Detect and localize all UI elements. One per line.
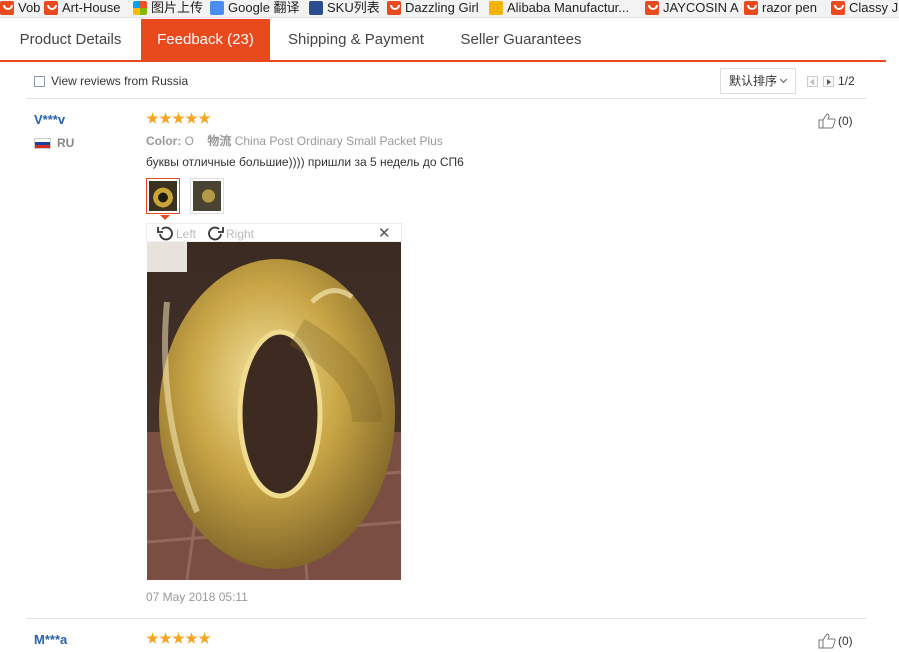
sku-icon [309, 0, 323, 15]
star-rating [146, 112, 211, 125]
star-icon [172, 632, 185, 644]
translate-icon [210, 0, 224, 15]
red-shield-icon [44, 0, 58, 15]
close-icon[interactable]: ✕ [378, 224, 391, 242]
page-indicator: 1/2 [838, 74, 855, 88]
bookmark-classy[interactable]: Classy J [831, 0, 898, 15]
star-icon [172, 112, 185, 124]
bookmark-google-translate[interactable]: Google 翻译 [210, 0, 300, 15]
red-shield-icon [831, 0, 845, 15]
red-shield-icon [645, 0, 659, 15]
helpful-button[interactable]: (0) [818, 113, 853, 129]
star-rating [146, 632, 211, 645]
bookmark-image-upload[interactable]: 图片上传 [133, 0, 203, 15]
bookmark-jaycosin[interactable]: JAYCOSIN A [645, 0, 739, 15]
rotate-left-label: Left [176, 226, 197, 241]
tab-product-details[interactable]: Product Details [0, 19, 141, 60]
review-photo-thumbnail[interactable] [190, 178, 224, 214]
color-value: O [184, 134, 195, 148]
red-shield-icon [0, 0, 14, 15]
star-icon [159, 112, 172, 124]
divider [26, 618, 866, 619]
russia-reviews-label[interactable]: View reviews from Russia [51, 74, 188, 88]
star-icon [185, 632, 198, 644]
review-text: буквы отличные большие)))) пришли за 5 н… [146, 155, 464, 169]
star-icon [185, 112, 198, 124]
chevron-down-icon [779, 75, 788, 84]
bookmark-vob[interactable]: Vob [0, 0, 40, 15]
logistics-value: China Post Ordinary Small Packet Plus [234, 134, 443, 148]
russia-flag-icon [34, 137, 51, 149]
rotate-right-button[interactable]: Right [206, 225, 254, 242]
next-page-button[interactable] [823, 76, 834, 87]
tab-feedback[interactable]: Feedback (23) [141, 19, 270, 60]
thumbs-up-icon [818, 633, 836, 649]
color-label: Color: [146, 134, 182, 148]
tab-seller-guarantees[interactable]: Seller Guarantees [442, 19, 600, 60]
sort-value: 默认排序 [729, 74, 778, 88]
review-photo-large [147, 242, 401, 580]
bookmarks-bar: Vob Art-House 图片上传 Google 翻译 SKU列表 Dazzl… [0, 0, 899, 18]
selected-thumbnail-caret [160, 215, 170, 220]
review-photo-thumbnail[interactable] [146, 178, 180, 214]
product-tabs: Product Details Feedback (23) Shipping &… [0, 19, 886, 62]
logistics-label: 物流 [207, 134, 232, 148]
tab-shipping-payment[interactable]: Shipping & Payment [270, 19, 442, 60]
divider [26, 98, 866, 99]
helpful-count: (0) [838, 114, 853, 128]
star-icon [198, 112, 211, 124]
sort-dropdown[interactable]: 默认排序 [720, 68, 796, 94]
bookmark-dazzling-girl[interactable]: Dazzling Girl [387, 0, 479, 15]
country-code: RU [57, 136, 75, 150]
photo-thumbnail-image [193, 181, 221, 211]
red-shield-icon [387, 0, 401, 15]
alibaba-icon [489, 0, 503, 15]
helpful-count: (0) [838, 634, 853, 648]
russia-reviews-checkbox[interactable] [34, 76, 45, 87]
reviewer-name[interactable]: M***a [34, 632, 67, 647]
rotate-left-button[interactable]: Left [156, 225, 196, 242]
rotate-left-icon [157, 226, 173, 241]
star-icon [146, 632, 159, 644]
bookmark-art-house[interactable]: Art-House [44, 0, 121, 15]
bookmark-alibaba[interactable]: Alibaba Manufactur... [489, 0, 629, 15]
helpful-button[interactable]: (0) [818, 633, 853, 649]
review-date: 07 May 2018 05:11 [146, 590, 248, 604]
rotate-right-icon [208, 226, 224, 241]
photo-viewer-toolbar: Left Right [146, 223, 402, 242]
star-icon [146, 112, 159, 124]
windows-icon [133, 0, 147, 15]
prev-page-button[interactable] [807, 76, 818, 87]
rotate-right-label: Right [226, 226, 255, 241]
red-shield-icon [744, 0, 758, 15]
reviewer-name[interactable]: V***v [34, 112, 65, 127]
photo-thumbnail-image [149, 181, 177, 211]
bookmark-sku-list[interactable]: SKU列表 [309, 0, 380, 15]
thumbs-up-icon [818, 113, 836, 129]
feedback-filter-row: View reviews from Russia 默认排序 1/2 [0, 61, 886, 99]
bookmark-razor-pen[interactable]: razor pen [744, 0, 817, 15]
gold-balloon-photo [147, 242, 401, 580]
reviewer-country: RU [34, 136, 74, 150]
order-attributes: Color: O 物流 China Post Ordinary Small Pa… [146, 132, 443, 149]
star-icon [198, 632, 211, 644]
star-icon [159, 632, 172, 644]
